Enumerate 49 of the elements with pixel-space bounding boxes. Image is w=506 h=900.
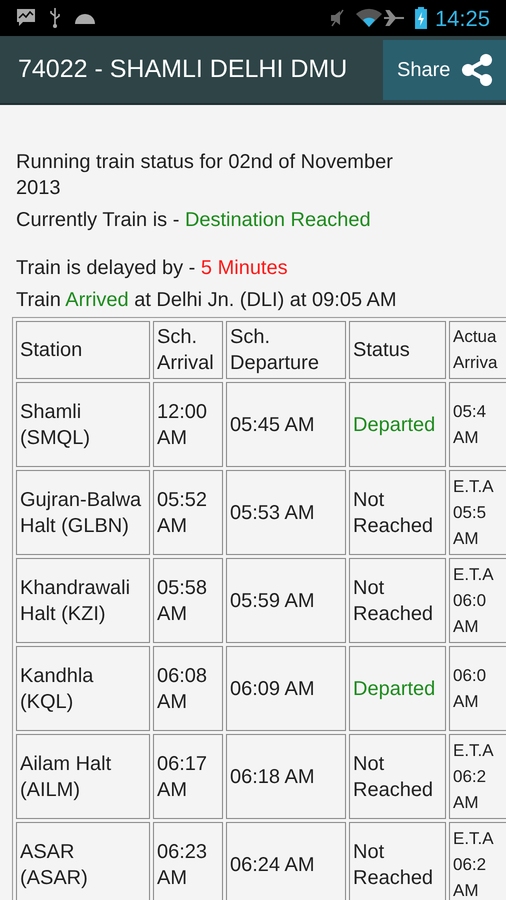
table-cell: E.T.A 06:2 AM <box>449 734 506 819</box>
table-cell: ASAR (ASAR) <box>16 822 150 900</box>
table-cell: Not Reached <box>349 734 446 819</box>
table-cell: 06:17 AM <box>153 734 223 819</box>
table-cell: 05:45 AM <box>226 382 346 467</box>
column-header: Actua Arriva <box>449 321 506 379</box>
table-cell: 06:08 AM <box>153 646 223 731</box>
table-cell: E.T.A 06:2 AM <box>449 822 506 900</box>
status-text: Train Arrived at Delhi Jn. (DLI) at 09:05 AM <box>16 288 398 313</box>
table-cell: 05:52 AM <box>153 470 223 555</box>
wifi-icon <box>354 8 383 28</box>
table-cell: 05:4 AM <box>449 382 506 467</box>
column-header: Status <box>349 321 446 379</box>
table-cell: Kandhla (KQL) <box>16 646 150 731</box>
table-cell: 05:58 AM <box>153 558 223 643</box>
train-title: 74022 - SHAMLI DELHI DMU <box>18 54 348 85</box>
table-cell: 06:23 AM <box>153 822 223 900</box>
table-cell: Khandrawali Halt (KZI) <box>16 558 150 643</box>
status-text: Currently Train is - Destination Reached <box>16 208 372 233</box>
table-cell: Departed <box>349 382 446 467</box>
table-cell: 05:59 AM <box>226 558 346 643</box>
muted-speaker-icon <box>328 8 345 28</box>
column-header: Sch. Arrival <box>153 321 223 379</box>
table-cell: 06:0 AM <box>449 646 506 731</box>
battery-icon <box>414 7 427 29</box>
table-cell: 05:53 AM <box>226 470 346 555</box>
table-cell: Shamli (SMQL) <box>16 382 150 467</box>
usb-icon <box>48 7 62 29</box>
table-cell: 12:00 AM <box>153 382 223 467</box>
table-cell: Ailam Halt (AILM) <box>16 734 150 819</box>
share-icon <box>460 52 494 86</box>
table-cell: E.T.A 06:0 AM <box>449 558 506 643</box>
clock-time: 14:25 <box>434 4 490 32</box>
column-header: Sch. Departure <box>226 321 346 379</box>
airplane-icon <box>382 8 405 28</box>
table-cell: Not Reached <box>349 822 446 900</box>
status-text: Running train status for 02nd of November 2013 <box>16 150 394 201</box>
table-cell: E.T.A 05:5 AM <box>449 470 506 555</box>
table-cell: Not Reached <box>349 470 446 555</box>
table-cell: Departed <box>349 646 446 731</box>
table-cell: 06:24 AM <box>226 822 346 900</box>
table-cell: Not Reached <box>349 558 446 643</box>
table-cell: Gujran-Balwa Halt (GLBN) <box>16 470 150 555</box>
share-button[interactable]: Share <box>383 40 506 100</box>
table-cell: 06:18 AM <box>226 734 346 819</box>
table-cell: 06:09 AM <box>226 646 346 731</box>
status-text: Train is delayed by - 5 Minutes <box>16 256 289 281</box>
chart-message-icon <box>16 8 36 28</box>
column-header: Station <box>16 321 150 379</box>
